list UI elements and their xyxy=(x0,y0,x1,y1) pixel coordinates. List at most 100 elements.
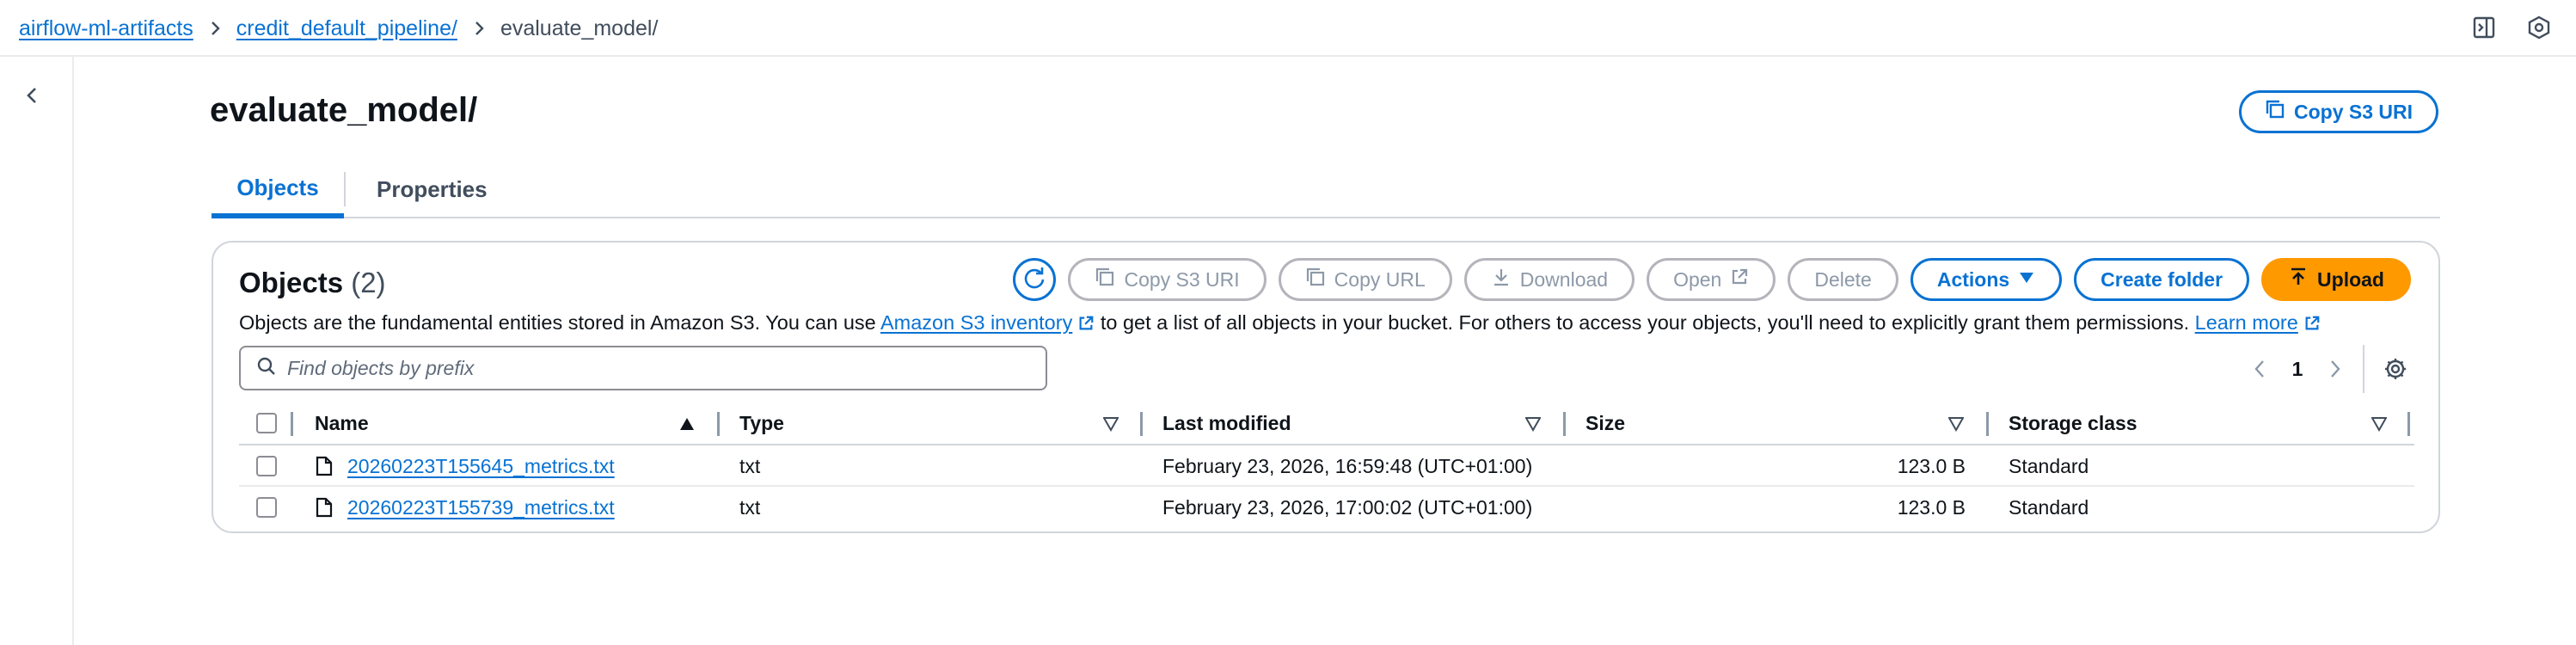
s3-inventory-link-label: Amazon S3 inventory xyxy=(880,311,1073,334)
object-name-link[interactable]: 20260223T155645_metrics.txt xyxy=(347,455,615,478)
breadcrumb-folder-link[interactable]: credit_default_pipeline/ xyxy=(236,16,457,41)
copy-icon xyxy=(2265,99,2285,125)
column-header-last-modified[interactable]: Last modified xyxy=(1162,402,1291,444)
actions-label: Actions xyxy=(1936,267,2010,291)
table-header: Name Type Last modified Size Storage cla… xyxy=(239,402,2414,445)
column-divider xyxy=(2407,412,2410,436)
description-text: Objects are the fundamental entities sto… xyxy=(239,311,880,334)
object-name-cell: 20260223T155739_metrics.txt xyxy=(347,487,615,528)
chevron-right-icon xyxy=(457,21,500,36)
chevron-left-icon[interactable] xyxy=(19,83,45,108)
copy-url-label: Copy URL xyxy=(1334,267,1426,291)
copy-s3-uri-label: Copy S3 URI xyxy=(2293,100,2413,123)
column-header-name[interactable]: Name xyxy=(315,402,369,444)
page-number[interactable]: 1 xyxy=(2279,358,2316,381)
tab-list: Objects Properties xyxy=(212,162,2440,218)
copy-icon xyxy=(1305,267,1326,292)
learn-more-link[interactable]: Learn more xyxy=(2195,311,2321,334)
object-size-cell: 123.0 B xyxy=(1897,454,1966,477)
external-link-icon xyxy=(2303,314,2321,337)
external-link-icon xyxy=(1077,314,1095,337)
next-page-icon[interactable] xyxy=(2316,350,2354,388)
create-folder-button[interactable]: Create folder xyxy=(2074,258,2250,301)
search-box xyxy=(239,346,1047,390)
column-divider xyxy=(291,412,293,436)
objects-table: Name Type Last modified Size Storage cla… xyxy=(239,402,2414,528)
object-name-cell: 20260223T155645_metrics.txt xyxy=(347,445,615,487)
row-checkbox[interactable] xyxy=(256,456,277,476)
gear-icon[interactable] xyxy=(2377,350,2414,388)
refresh-icon xyxy=(1022,266,1046,294)
top-bar: airflow-ml-artifacts credit_default_pipe… xyxy=(0,0,2576,57)
refresh-button[interactable] xyxy=(1013,258,1057,301)
object-type-cell: txt xyxy=(739,454,761,477)
column-divider xyxy=(1140,412,1143,436)
objects-heading: Objects (2) xyxy=(239,267,386,299)
breadcrumb: airflow-ml-artifacts credit_default_pipe… xyxy=(19,0,658,57)
download-icon xyxy=(1491,267,1512,292)
left-navigation-rail xyxy=(0,57,74,645)
sort-desc-icon[interactable] xyxy=(1947,416,1965,433)
objects-description: Objects are the fundamental entities sto… xyxy=(239,311,2321,337)
column-divider xyxy=(1986,412,1989,436)
sort-asc-icon[interactable] xyxy=(679,416,695,432)
search-input[interactable] xyxy=(287,356,1027,380)
column-header-type[interactable]: Type xyxy=(739,402,784,444)
side-panel-icon[interactable] xyxy=(2471,15,2497,45)
caret-down-icon xyxy=(2018,268,2035,292)
select-all-checkbox[interactable] xyxy=(256,413,277,433)
open-label: Open xyxy=(1673,267,1722,291)
breadcrumb-bucket-link[interactable]: airflow-ml-artifacts xyxy=(19,16,193,41)
objects-actions: Copy S3 URI Copy URL Download Open Delet… xyxy=(1013,258,2411,301)
copy-s3-uri-label: Copy S3 URI xyxy=(1124,267,1240,291)
row-checkbox[interactable] xyxy=(256,497,277,518)
copy-s3-uri-button[interactable]: Copy S3 URI xyxy=(1068,258,1267,301)
copy-icon xyxy=(1095,267,1115,292)
settings-hex-icon[interactable] xyxy=(2526,15,2552,45)
object-last-modified-cell: February 23, 2026, 16:59:48 (UTC+01:00) xyxy=(1162,454,1533,477)
column-header-storage-class[interactable]: Storage class xyxy=(2009,402,2137,444)
object-last-modified-cell: February 23, 2026, 17:00:02 (UTC+01:00) xyxy=(1162,495,1533,519)
objects-heading-label: Objects xyxy=(239,267,344,298)
sort-desc-icon[interactable] xyxy=(2371,416,2388,433)
object-size-cell: 123.0 B xyxy=(1897,495,1966,519)
search-icon xyxy=(256,356,277,381)
copy-s3-uri-header-button[interactable]: Copy S3 URI xyxy=(2239,90,2438,133)
copy-url-button[interactable]: Copy URL xyxy=(1278,258,1452,301)
s3-inventory-link[interactable]: Amazon S3 inventory xyxy=(880,311,1095,334)
upload-button[interactable]: Upload xyxy=(2261,258,2411,301)
pagination: 1 xyxy=(2241,345,2414,393)
sort-desc-icon[interactable] xyxy=(1102,416,1119,433)
file-icon xyxy=(315,445,334,487)
external-link-icon xyxy=(1730,267,1749,292)
previous-page-icon[interactable] xyxy=(2241,350,2279,388)
tab-objects[interactable]: Objects xyxy=(212,162,344,218)
chevron-right-icon xyxy=(193,21,236,36)
page-title: evaluate_model/ xyxy=(210,91,478,129)
table-row: 20260223T155645_metrics.txt txt February… xyxy=(239,445,2414,487)
breadcrumb-current: evaluate_model/ xyxy=(500,15,659,40)
objects-count: (2) xyxy=(351,267,386,298)
column-header-size[interactable]: Size xyxy=(1585,402,1625,444)
tab-properties[interactable]: Properties xyxy=(346,162,488,217)
upload-label: Upload xyxy=(2317,267,2384,291)
description-text: to get a list of all objects in your buc… xyxy=(1095,311,2195,334)
object-name-link[interactable]: 20260223T155739_metrics.txt xyxy=(347,496,615,519)
delete-label: Delete xyxy=(1814,267,1872,291)
object-storage-class-cell: Standard xyxy=(2009,495,2089,519)
sort-desc-icon[interactable] xyxy=(1524,416,1542,433)
delete-button[interactable]: Delete xyxy=(1788,258,1898,301)
learn-more-link-label: Learn more xyxy=(2194,311,2298,334)
pager-divider xyxy=(2363,345,2364,393)
actions-dropdown-button[interactable]: Actions xyxy=(1910,258,2063,301)
open-button[interactable]: Open xyxy=(1647,258,1776,301)
column-divider xyxy=(1563,412,1566,436)
object-type-cell: txt xyxy=(739,495,761,519)
file-icon xyxy=(315,487,334,528)
table-row: 20260223T155739_metrics.txt txt February… xyxy=(239,487,2414,528)
objects-panel: Objects (2) Copy S3 URI Copy URL Downloa… xyxy=(212,241,2440,533)
download-button[interactable]: Download xyxy=(1463,258,1635,301)
upload-icon xyxy=(2288,267,2309,292)
column-divider xyxy=(717,412,720,436)
download-label: Download xyxy=(1519,267,1609,291)
